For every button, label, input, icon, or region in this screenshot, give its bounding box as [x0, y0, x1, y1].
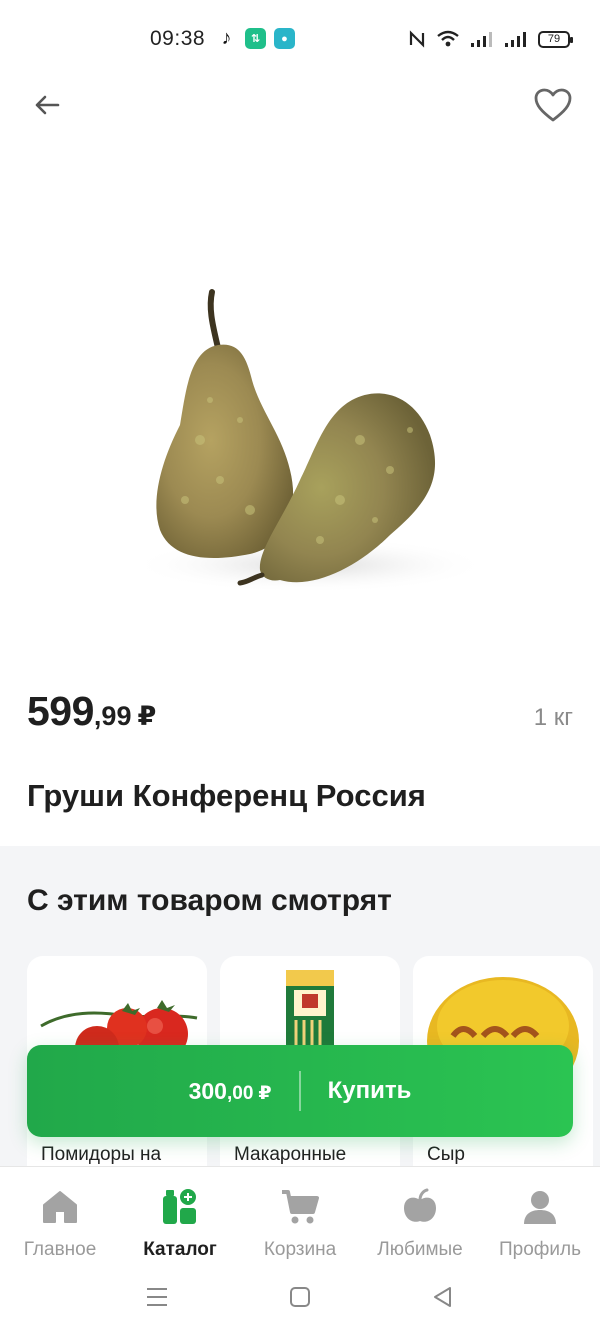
cart-icon — [280, 1187, 320, 1227]
signal-icon — [504, 30, 528, 48]
price-integer: 599 — [27, 688, 94, 734]
price-currency: ₽ — [137, 701, 157, 731]
nav-item-home[interactable]: Главное — [0, 1167, 120, 1262]
transfer-icon: ⇅ — [245, 28, 266, 49]
product-image — [0, 150, 600, 670]
home-icon — [40, 1187, 80, 1227]
buy-button[interactable]: 300 ,00 ₽ Купить — [27, 1045, 573, 1137]
chat-icon: ● — [274, 28, 295, 49]
system-nav — [0, 1262, 600, 1332]
related-card-name: Макаронные — [234, 1144, 347, 1165]
product-unit: 1 кг — [533, 704, 573, 731]
apple-icon — [400, 1187, 440, 1227]
nav-label-profile: Профиль — [498, 1239, 582, 1260]
back-button[interactable] — [26, 86, 68, 128]
product-price: 599 ,99 ₽ — [27, 688, 156, 735]
nav-item-catalog[interactable]: Каталог — [120, 1167, 240, 1262]
nav-item-profile[interactable]: Профиль — [480, 1167, 600, 1262]
related-card-name: Сыр — [427, 1144, 465, 1165]
nav-item-cart[interactable]: Корзина — [240, 1167, 360, 1262]
nav-item-favorites[interactable]: Любимые — [360, 1167, 480, 1262]
favorite-button[interactable] — [530, 84, 576, 130]
wifi-icon — [436, 30, 460, 48]
menu-icon[interactable] — [142, 1282, 172, 1312]
nfc-icon — [408, 30, 426, 48]
signal-icon — [470, 30, 494, 48]
nav-label-cart: Корзина — [263, 1239, 337, 1260]
arrow-left-icon — [34, 94, 60, 121]
related-title: С этим товаром смотрят — [27, 884, 392, 917]
pear-image — [130, 289, 490, 593]
tiktok-icon: ♪ — [221, 27, 232, 49]
nav-label-home: Главное — [23, 1239, 97, 1260]
catalog-icon — [160, 1187, 200, 1227]
status-icons: 79 — [408, 26, 573, 52]
back-triangle-icon[interactable] — [428, 1282, 458, 1312]
nav-label-favorites: Любимые — [377, 1239, 463, 1260]
buy-total-currency: ₽ — [258, 1082, 272, 1104]
related-card-name: Помидоры на — [41, 1144, 162, 1165]
profile-icon — [520, 1187, 560, 1227]
home-square-icon[interactable] — [285, 1282, 315, 1312]
product-title: Груши Конференц Россия — [27, 778, 426, 813]
buy-separator — [298, 1071, 301, 1111]
nav-label-catalog: Каталог — [143, 1239, 217, 1260]
buy-total: 300 ,00 ₽ — [189, 1078, 272, 1105]
bottom-nav: Главное Каталог Корзина Любимые Профиль — [0, 1166, 600, 1262]
price-fraction: ,99 — [93, 701, 132, 731]
status-bar: 09:38 ♪ ⇅ ● 79 — [0, 0, 600, 78]
buy-label: Купить — [327, 1077, 412, 1104]
buy-total-integer: 300 — [188, 1077, 227, 1104]
battery-icon: 79 — [538, 30, 573, 48]
status-time: 09:38 — [150, 27, 206, 50]
heart-icon — [533, 87, 573, 128]
buy-total-fraction: ,00 — [226, 1082, 254, 1104]
